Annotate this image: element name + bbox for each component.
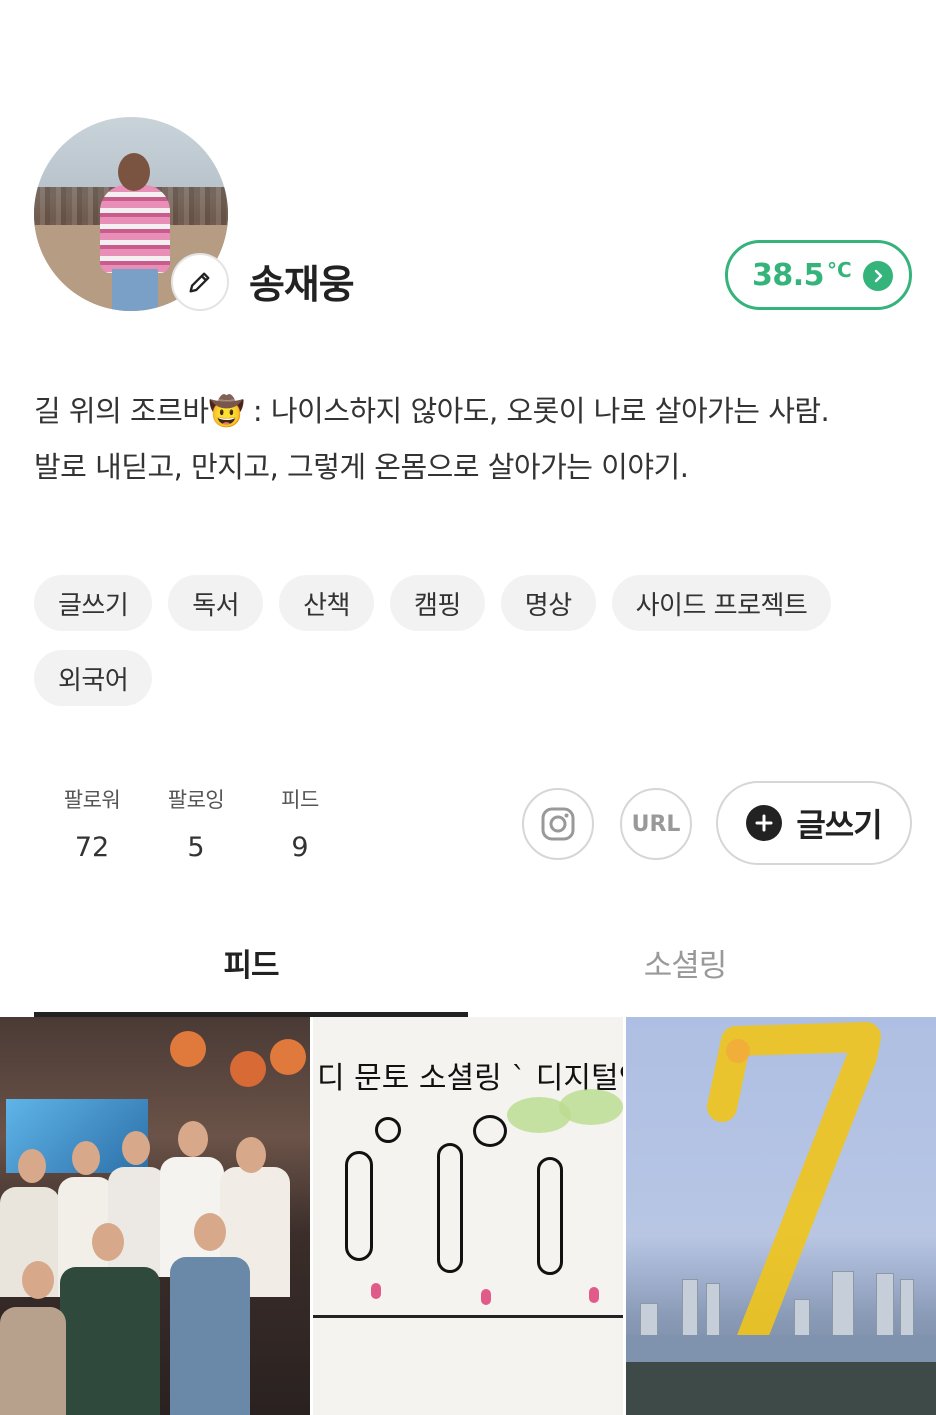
interest-tags: 글쓰기 독서 산책 캠핑 명상 사이드 프로젝트 외국어 [34,575,914,706]
stat-label: 피드 [281,788,319,812]
tag-chip[interactable]: 외국어 [34,650,153,706]
manner-temperature-button[interactable]: 38.5 °C [725,240,912,310]
stat-value: 5 [187,832,205,863]
photo-building [900,1279,914,1337]
url-button[interactable]: URL [620,788,692,860]
photo-face [92,1223,124,1261]
photo-building [682,1279,698,1337]
drawing-figure [537,1157,563,1275]
feed-grid: 디 문토 소셜링 ` 디지털인 [0,1017,936,1415]
photo-person [60,1267,160,1415]
tag-chip[interactable]: 산책 [279,575,374,631]
photo-face [122,1131,150,1165]
photo-building [794,1299,810,1337]
stat-feeds[interactable]: 피드 9 [248,784,352,863]
stat-following[interactable]: 팔로잉 5 [144,784,248,863]
temperature-value: 38.5 [752,257,825,293]
stat-value: 9 [291,832,309,863]
feed-thumbnail-drawing[interactable]: 디 문토 소셜링 ` 디지털인 [313,1017,623,1415]
photo-building [876,1273,894,1337]
drawing-footprint [589,1287,599,1303]
temperature-unit: °C [827,258,852,282]
stat-label: 팔로잉 [167,788,225,812]
avatar-person-sweater [100,185,170,273]
avatar-person-head [118,153,150,191]
photo-riverbank [626,1362,936,1415]
profile-bio: 길 위의 조르바🤠 : 나이스하지 않아도, 오롯이 나로 살아가는 사람. 발… [34,383,914,495]
drawing-figure [345,1151,373,1261]
chevron-right-icon [863,261,893,291]
photo-paper-fan-decoration [230,1051,266,1087]
photo-person [170,1257,250,1415]
drawing-leaves [559,1089,623,1125]
drawing-figure [473,1115,507,1147]
drawing-figure [375,1117,401,1143]
edit-profile-button[interactable] [171,253,229,311]
drawing-footprint [481,1289,491,1305]
instagram-button[interactable] [522,788,594,860]
photo-face [178,1121,208,1157]
tab-feed[interactable]: 피드 [34,925,468,1017]
stat-label: 팔로워 [63,788,121,812]
edit-pencil-icon [189,272,210,293]
drawing-footprint [371,1283,381,1299]
feed-thumbnail-river-photo[interactable] [626,1017,936,1415]
photo-person [0,1307,66,1415]
stat-followers[interactable]: 팔로워 72 [40,784,144,863]
feed-thumbnail-party-photo[interactable] [0,1017,310,1415]
photo-paper-fan-decoration [170,1031,206,1067]
tag-chip[interactable]: 독서 [168,575,264,631]
tag-chip[interactable]: 명상 [500,575,596,631]
profile-avatar-wrapper [34,117,229,311]
stat-value: 72 [74,832,110,863]
drawing-figure [437,1143,463,1273]
bio-line-1: 길 위의 조르바🤠 : 나이스하지 않아도, 오롯이 나로 살아가는 사람. [34,394,830,428]
instagram-icon [541,807,575,841]
drawing-ground-line [313,1315,623,1318]
tab-socialing[interactable]: 소셜링 [468,925,902,1017]
profile-tabs: 피드 소셜링 [34,925,902,1017]
photo-face [72,1141,100,1175]
photo-building [706,1283,720,1337]
photo-person [108,1167,166,1277]
photo-face [236,1137,266,1173]
tag-chip[interactable]: 글쓰기 [34,575,153,631]
write-post-button[interactable]: 글쓰기 [716,781,912,865]
photo-building [640,1303,658,1337]
write-post-label: 글쓰기 [796,806,882,844]
photo-face [18,1149,46,1183]
tag-chip[interactable]: 사이드 프로젝트 [611,575,832,631]
profile-name: 송재웅 [249,263,355,308]
profile-stats: 팔로워 72 팔로잉 5 피드 9 [40,784,352,863]
photo-building [832,1271,854,1337]
tag-chip[interactable]: 캠핑 [389,575,485,631]
photo-paper-fan-decoration [270,1039,306,1075]
photo-face [194,1213,226,1251]
bio-line-2: 발로 내딛고, 만지고, 그렇게 온몸으로 살아가는 이야기. [34,450,689,484]
photo-face [22,1261,54,1299]
plus-icon [746,805,783,841]
avatar-person-jeans [112,269,158,311]
